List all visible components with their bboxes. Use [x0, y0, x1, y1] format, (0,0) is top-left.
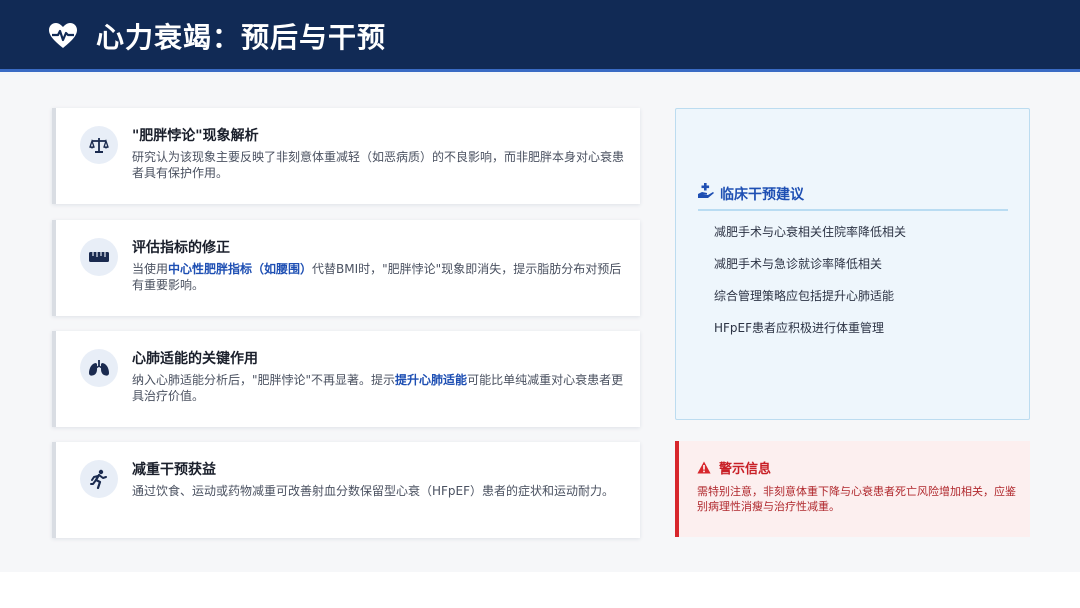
card-metric-revision: 评估指标的修正 当使用中心性肥胖指标（如腰围）代替BMI时，"肥胖悖论"现象即消… [52, 220, 640, 316]
card-title: "肥胖悖论"现象解析 [132, 128, 259, 144]
card-text-before: 当使用 [132, 262, 169, 276]
card-title: 减重干预获益 [132, 462, 216, 478]
running-icon [90, 469, 107, 489]
card-text: 纳入心肺适能分析后，"肥胖悖论"不再显著。提示提升心肺适能可能比单纯减重对心衰患… [132, 372, 628, 404]
header-bar: 心力衰竭：预后与干预 [0, 0, 1080, 72]
card-title: 评估指标的修正 [132, 240, 230, 256]
clinical-recommendations-panel: 临床干预建议 减肥手术与心衰相关住院率降低相关 减肥手术与急诊就诊率降低相关 综… [675, 108, 1030, 420]
lungs-icon [89, 360, 109, 376]
warning-text: 需特别注意，非刻意体重下降与心衰患者死亡风险增加相关，应鉴别病理性消瘦与治疗性减… [697, 485, 1016, 513]
warning-triangle-icon [697, 461, 711, 474]
balance-scale-icon [89, 138, 109, 153]
card-text-before: 纳入心肺适能分析后，"肥胖悖论"不再显著。提示 [132, 373, 396, 387]
card-text: 通过饮食、运动或药物减重可改善射血分数保留型心衰（HFpEF）患者的症状和运动耐… [132, 484, 615, 498]
recommendations-list: 减肥手术与心衰相关住院率降低相关 减肥手术与急诊就诊率降低相关 综合管理策略应包… [714, 224, 906, 352]
heart-pulse-icon [49, 23, 77, 48]
warning-panel: 警示信息 需特别注意，非刻意体重下降与心衰患者死亡风险增加相关，应鉴别病理性消瘦… [675, 441, 1030, 537]
card-text: 当使用中心性肥胖指标（如腰围）代替BMI时，"肥胖悖论"现象即消失，提示脂肪分布… [132, 261, 628, 293]
card-text-highlight: 提升心肺适能 [395, 373, 468, 387]
recommendations-title: 临床干预建议 [720, 187, 804, 203]
recommendations-header: 临床干预建议 [698, 183, 1008, 211]
footer-strip [0, 572, 1080, 608]
hand-medical-icon [698, 183, 714, 198]
warning-title: 警示信息 [719, 462, 772, 477]
card-obesity-paradox: "肥胖悖论"现象解析 研究认为该现象主要反映了非刻意体重减轻（如恶病质）的不良影… [52, 108, 640, 204]
card-text-highlight: 中心性肥胖指标（如腰围） [168, 262, 313, 276]
card-weight-loss-benefit: 减重干预获益 通过饮食、运动或药物减重可改善射血分数保留型心衰（HFpEF）患者… [52, 442, 640, 538]
list-item: 综合管理策略应包括提升心肺适能 [714, 289, 895, 303]
card-cardio-fitness: 心肺适能的关键作用 纳入心肺适能分析后，"肥胖悖论"不再显著。提示提升心肺适能可… [52, 331, 640, 427]
list-item: 减肥手术与心衰相关住院率降低相关 [714, 225, 907, 239]
list-item: HFpEF患者应积极进行体重管理 [714, 321, 885, 335]
page-title: 心力衰竭：预后与干预 [96, 21, 387, 54]
card-title: 心肺适能的关键作用 [132, 351, 258, 367]
card-text: 研究认为该现象主要反映了非刻意体重减轻（如恶病质）的不良影响，而非肥胖本身对心衰… [132, 150, 625, 180]
ruler-icon [89, 252, 109, 262]
list-item: 减肥手术与急诊就诊率降低相关 [714, 257, 883, 271]
